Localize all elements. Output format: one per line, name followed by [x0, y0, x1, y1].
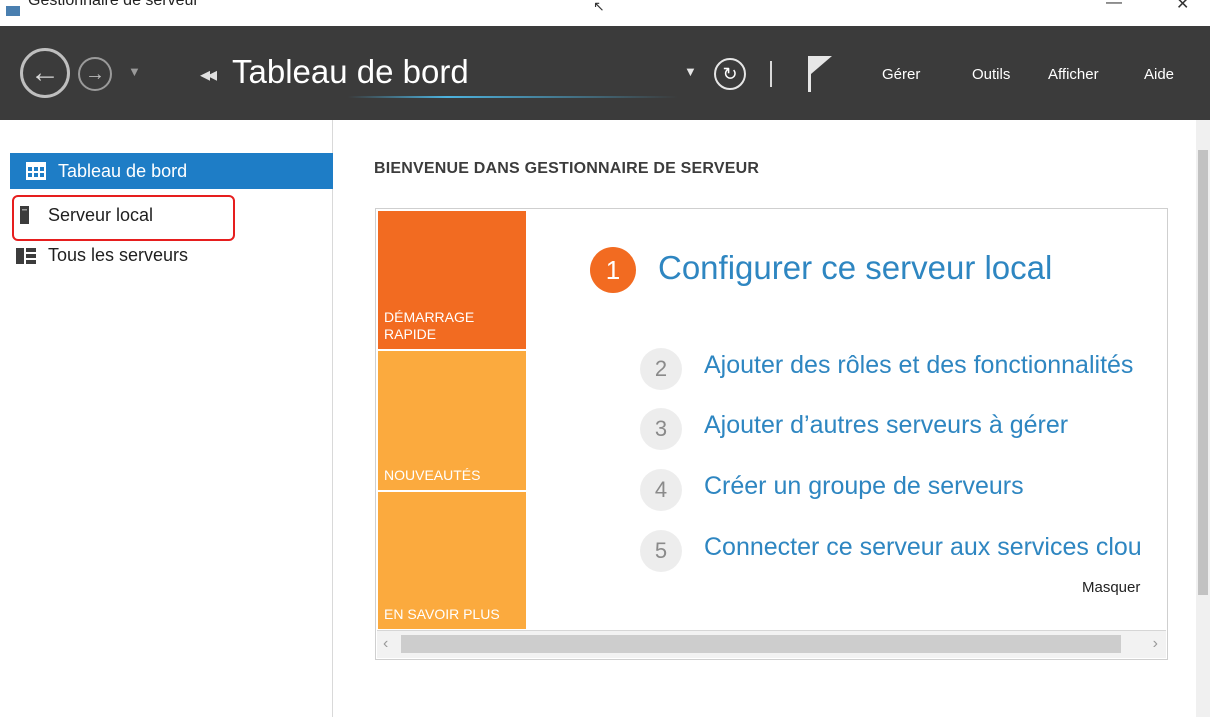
flag-icon[interactable]	[804, 54, 834, 94]
sidebar-item-label: Tableau de bord	[58, 160, 188, 181]
dashboard-grid-icon	[26, 162, 46, 180]
minimize-button[interactable]: —	[1106, 0, 1122, 12]
welcome-heading: BIENVENUE DANS GESTIONNAIRE DE SERVEUR	[374, 160, 760, 177]
mouse-cursor-icon: ↖	[593, 0, 605, 14]
sidebar-item-dashboard[interactable]: Tableau de bord	[10, 153, 333, 189]
menu-manage[interactable]: Gérer	[882, 66, 920, 83]
sidebar: Tableau de bord Serveur local Tous les s…	[0, 120, 333, 717]
scroll-left-icon[interactable]: ‹	[383, 635, 388, 653]
main-content: BIENVENUE DANS GESTIONNAIRE DE SERVEUR D…	[334, 120, 1210, 717]
step-number-2: 2	[640, 348, 682, 390]
header-separator	[770, 61, 772, 87]
window-title-bar: Gestionnaire de serveur ↖ — ✕	[0, 0, 1210, 26]
vertical-scrollbar-thumb[interactable]	[1198, 150, 1208, 595]
tile-quick-start[interactable]: DÉMARRAGE RAPIDE	[378, 211, 526, 349]
forward-arrow-icon[interactable]: →	[78, 57, 112, 91]
hide-link[interactable]: Masquer	[1082, 579, 1140, 596]
top-header: ← → ▼ ◂◂ Tableau de bord ▼ ↻ Gérer Outil…	[0, 26, 1210, 120]
window-title: Gestionnaire de serveur	[28, 0, 199, 9]
vertical-scrollbar[interactable]	[1196, 120, 1210, 717]
step-number-3: 3	[640, 408, 682, 450]
servers-icon	[16, 248, 36, 264]
refresh-icon[interactable]: ↻	[714, 58, 746, 90]
step-link-configure-local-server[interactable]: Configurer ce serveur local	[658, 249, 1052, 287]
menu-help[interactable]: Aide	[1144, 66, 1174, 83]
title-underline	[348, 96, 678, 98]
step-link-add-roles[interactable]: Ajouter des rôles et des fonctionnalités	[704, 351, 1133, 380]
step-link-create-group[interactable]: Créer un groupe de serveurs	[704, 472, 1024, 501]
step-number-1: 1	[590, 247, 636, 293]
highlight-annotation	[12, 195, 235, 241]
menu-tools[interactable]: Outils	[972, 66, 1010, 83]
breadcrumb-arrows-icon[interactable]: ◂◂	[200, 62, 217, 87]
horizontal-scrollbar[interactable]: ‹ ›	[377, 630, 1166, 658]
tile-whats-new[interactable]: NOUVEAUTÉS	[378, 351, 526, 490]
app-icon	[6, 6, 20, 16]
step-number-5: 5	[640, 530, 682, 572]
page-title: Tableau de bord	[232, 53, 469, 90]
close-button[interactable]: ✕	[1176, 0, 1189, 14]
step-number-4: 4	[640, 469, 682, 511]
breadcrumb-dropdown-icon[interactable]: ▼	[684, 64, 697, 79]
scrollbar-thumb[interactable]	[401, 635, 1121, 653]
sidebar-item-all-servers[interactable]: Tous les serveurs	[16, 237, 334, 273]
tile-learn-more[interactable]: EN SAVOIR PLUS	[378, 492, 526, 629]
step-link-add-servers[interactable]: Ajouter d’autres serveurs à gérer	[704, 411, 1068, 440]
history-dropdown-icon[interactable]: ▼	[128, 64, 141, 79]
back-arrow-icon[interactable]: ←	[20, 48, 70, 98]
scroll-right-icon[interactable]: ›	[1153, 635, 1158, 653]
sidebar-item-label: Tous les serveurs	[48, 244, 189, 265]
menu-view[interactable]: Afficher	[1048, 66, 1099, 83]
step-link-connect-cloud[interactable]: Connecter ce serveur aux services clou	[704, 533, 1142, 562]
welcome-panel: DÉMARRAGE RAPIDE NOUVEAUTÉS EN SAVOIR PL…	[375, 208, 1168, 660]
